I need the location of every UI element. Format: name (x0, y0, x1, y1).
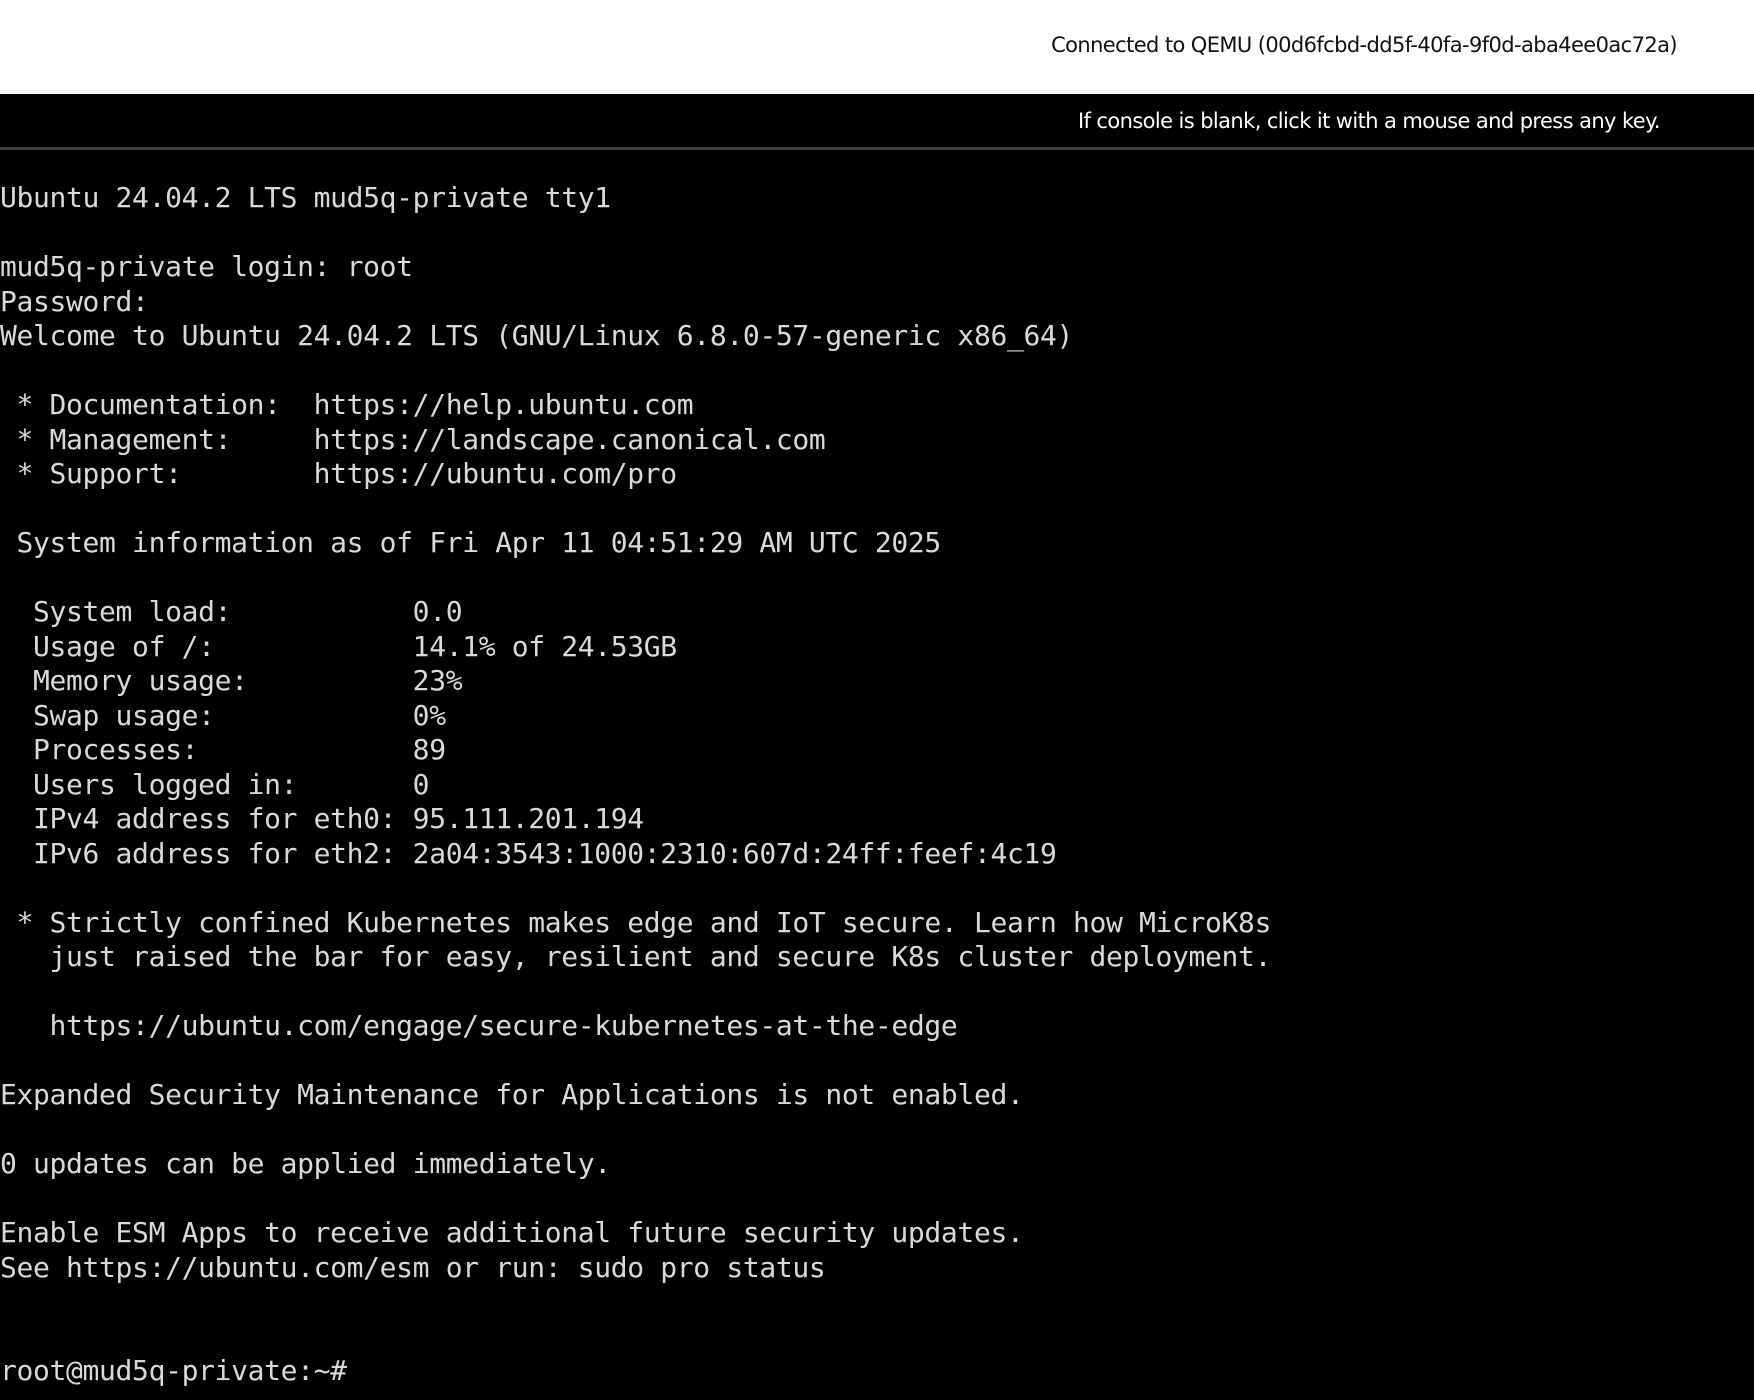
terminal-line: * Documentation: https://help.ubuntu.com (0, 388, 694, 421)
terminal-line: Users logged in: 0 (0, 767, 430, 801)
console-hint-text: If console is blank, click it with a mou… (1077, 109, 1661, 133)
terminal-line: IPv4 address for eth0: 95.111.201.194 (0, 802, 644, 835)
terminal-line: * Strictly confined Kubernetes makes edg… (0, 905, 1272, 939)
vm-console[interactable]: If console is blank, click it with a mou… (0, 94, 1754, 1400)
terminal-line: Ubuntu 24.04.2 LTS mud5q-private tty1 (0, 181, 611, 214)
terminal-line: * Management: https://landscape.canonica… (0, 422, 826, 456)
terminal-line: Usage of /: 14.1% of 24.53GB (0, 629, 677, 663)
terminal-line: Enable ESM Apps to receive additional fu… (0, 1216, 1024, 1249)
terminal-line: Memory usage: 23% (0, 664, 463, 697)
terminal-line: 0 updates can be applied immediately. (0, 1147, 611, 1180)
terminal-line: Password: (0, 284, 149, 318)
terminal-line: Swap usage: 0% (0, 698, 446, 732)
terminal-line: IPv6 address for eth2: 2a04:3543:1000:23… (0, 836, 1057, 870)
connection-status-text: Connected to QEMU (00d6fcbd-dd5f-40fa-9f… (1051, 33, 1678, 57)
terminal-line: System information as of Fri Apr 11 04:5… (0, 526, 942, 559)
terminal-line: just raised the bar for easy, resilient … (0, 940, 1272, 973)
top-bar: Connected to QEMU (00d6fcbd-dd5f-40fa-9f… (0, 0, 1754, 94)
terminal-line: Processes: 89 (0, 733, 446, 766)
terminal-line: https://ubuntu.com/engage/secure-kuberne… (0, 1009, 958, 1042)
terminal-line: Expanded Security Maintenance for Applic… (0, 1078, 1024, 1111)
terminal-line: root@mud5q-private:~# (0, 1354, 347, 1387)
terminal-line: * Support: https://ubuntu.com/pro (0, 457, 678, 490)
terminal-line: See https://ubuntu.com/esm or run: sudo … (0, 1250, 826, 1284)
terminal-line: mud5q-private login: root (0, 250, 413, 283)
terminal-line: System load: 0.0 (0, 595, 463, 628)
terminal-output[interactable]: Ubuntu 24.04.2 LTS mud5q-private tty1 mud… (0, 181, 1271, 1389)
console-banner: If console is blank, click it with a mou… (0, 94, 1754, 150)
terminal-line: Welcome to Ubuntu 24.04.2 LTS (GNU/Linux… (0, 319, 1073, 352)
